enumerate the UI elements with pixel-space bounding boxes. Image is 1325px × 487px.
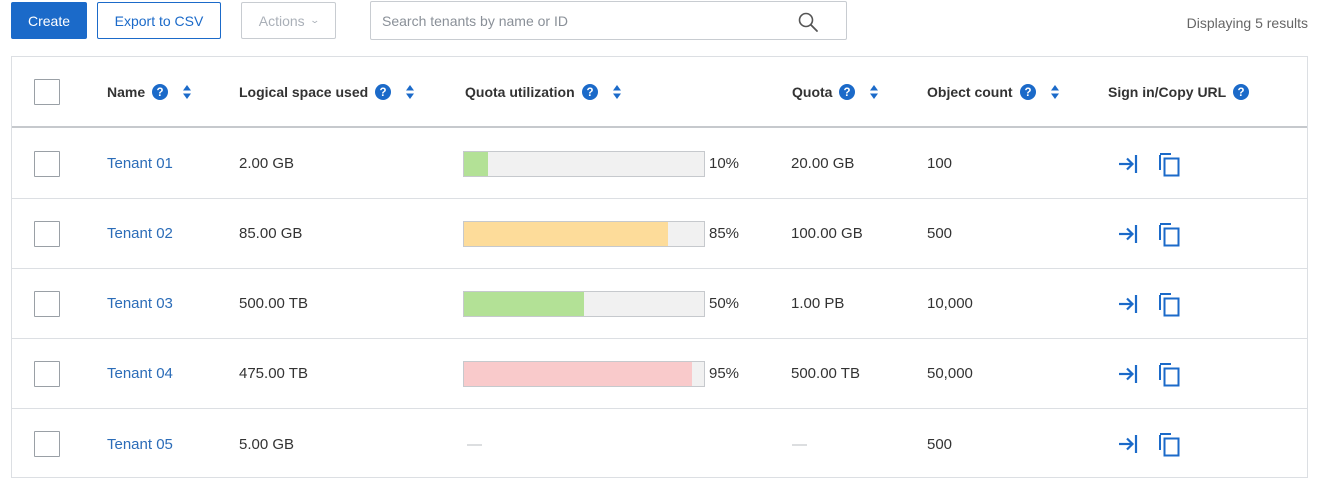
object-count: 10,000 [927,295,973,312]
quota-value: 20.00 GB [791,155,855,172]
sort-icon[interactable] [612,84,622,100]
copy-icon[interactable] [1157,221,1181,247]
copy-icon[interactable] [1157,361,1181,387]
tenant-name-link[interactable]: Tenant 01 [107,155,173,172]
quota-value: — [792,435,807,453]
help-icon[interactable]: ? [375,83,392,100]
sign-in-copy-actions [1117,199,1181,268]
row-checkbox[interactable] [34,150,60,177]
svg-text:?: ? [380,87,387,99]
column-name-label: Name [107,83,146,100]
export-csv-button[interactable]: Export to CSV [97,2,221,39]
row-checkbox[interactable] [34,220,60,247]
sign-in-copy-actions [1117,339,1181,408]
column-header-name[interactable]: Name ? [107,57,192,126]
quota-utilization-percent: — [467,435,482,453]
results-count: Displaying 5 results [1186,15,1308,31]
quota-utilization-percent: 85% [709,225,740,242]
object-count: 50,000 [927,365,973,382]
actions-label: Actions [258,12,305,29]
quota-value: 100.00 GB [791,225,863,242]
table-header: Name ? Logical space used ? Quota utiliz… [12,57,1307,128]
table-row: Tenant 02 85.00 GB 85% 100.00 GB 500 [12,199,1307,269]
quota-utilization-bar [463,150,705,177]
quota-utilization-bar [463,220,705,247]
tenant-name-link[interactable]: Tenant 02 [107,225,173,242]
column-header-object-count[interactable]: Object count ? [927,57,1060,126]
logical-space-used: 475.00 TB [239,365,308,382]
quota-utilization-bar [463,360,705,387]
quota-utilization-percent: 50% [709,295,740,312]
object-count: 100 [927,155,953,172]
copy-icon[interactable] [1157,151,1181,177]
sign-in-icon[interactable] [1117,291,1141,317]
row-checkbox[interactable] [34,360,60,387]
column-quota-utilization-label: Quota utilization [465,83,575,100]
table-row: Tenant 05 5.00 GB — — 500 [12,409,1307,479]
help-icon[interactable]: ? [1233,83,1250,100]
sort-icon[interactable] [182,84,192,100]
column-sign-in-label: Sign in/Copy URL [1108,83,1227,100]
sign-in-copy-actions [1117,269,1181,338]
logical-space-used: 85.00 GB [239,225,303,242]
copy-icon[interactable] [1157,291,1181,317]
row-checkbox[interactable] [34,290,60,317]
sign-in-icon[interactable] [1117,361,1141,387]
object-count: 500 [927,225,953,242]
column-logical-space-label: Logical space used [239,83,369,100]
quota-utilization-percent: 10% [709,155,740,172]
sign-in-copy-actions [1117,409,1181,479]
column-header-quota-utilization[interactable]: Quota utilization ? [465,57,622,126]
svg-text:?: ? [844,87,851,99]
sort-icon[interactable] [405,84,415,100]
logical-space-used: 500.00 TB [239,295,308,312]
table-row: Tenant 04 475.00 TB 95% 500.00 TB 50,000 [12,339,1307,409]
sign-in-icon[interactable] [1117,431,1141,457]
quota-value: 1.00 PB [791,295,845,312]
create-button[interactable]: Create [11,2,87,39]
help-icon[interactable]: ? [581,83,598,100]
actions-dropdown[interactable]: Actions ⌄ [241,2,336,39]
sign-in-icon[interactable] [1117,221,1141,247]
sign-in-copy-actions [1117,129,1181,198]
table-row: Tenant 01 2.00 GB 10% 20.00 GB 100 [12,129,1307,199]
svg-text:?: ? [586,87,593,99]
object-count: 500 [927,435,953,453]
search-box [370,1,847,40]
logical-space-used: 5.00 GB [239,435,295,453]
svg-text:?: ? [1024,87,1031,99]
copy-icon[interactable] [1157,431,1181,457]
help-icon[interactable]: ? [152,83,169,100]
column-quota-label: Quota [792,83,833,100]
tenants-table: Name ? Logical space used ? Quota utiliz… [11,56,1308,478]
quota-utilization-fill [464,291,584,316]
quota-utilization-fill [464,151,488,176]
row-checkbox[interactable] [34,431,60,457]
svg-text:?: ? [1238,87,1245,99]
quota-utilization-bar [463,290,705,317]
logical-space-used: 2.00 GB [239,155,295,172]
tenant-name-link[interactable]: Tenant 05 [107,436,173,453]
column-header-sign-in: Sign in/Copy URL ? [1108,57,1250,126]
quota-utilization-fill [464,221,668,246]
help-icon[interactable]: ? [839,83,856,100]
tenant-name-link[interactable]: Tenant 04 [107,365,173,382]
table-row: Tenant 03 500.00 TB 50% 1.00 PB 10,000 [12,269,1307,339]
chevron-down-icon: ⌄ [309,15,320,25]
select-all-checkbox[interactable] [34,78,60,105]
sort-icon[interactable] [1050,84,1060,100]
sort-icon[interactable] [869,84,879,100]
search-input[interactable] [371,2,781,39]
search-icon[interactable] [796,10,820,34]
tenant-name-link[interactable]: Tenant 03 [107,295,173,312]
help-icon[interactable]: ? [1019,83,1036,100]
column-object-count-label: Object count [927,83,1013,100]
quota-utilization-percent: 95% [709,365,740,382]
quota-utilization-fill [464,361,692,386]
sign-in-icon[interactable] [1117,151,1141,177]
column-header-quota[interactable]: Quota ? [792,57,879,126]
svg-text:?: ? [157,87,164,99]
column-header-logical-space[interactable]: Logical space used ? [239,57,415,126]
quota-value: 500.00 TB [791,365,860,382]
